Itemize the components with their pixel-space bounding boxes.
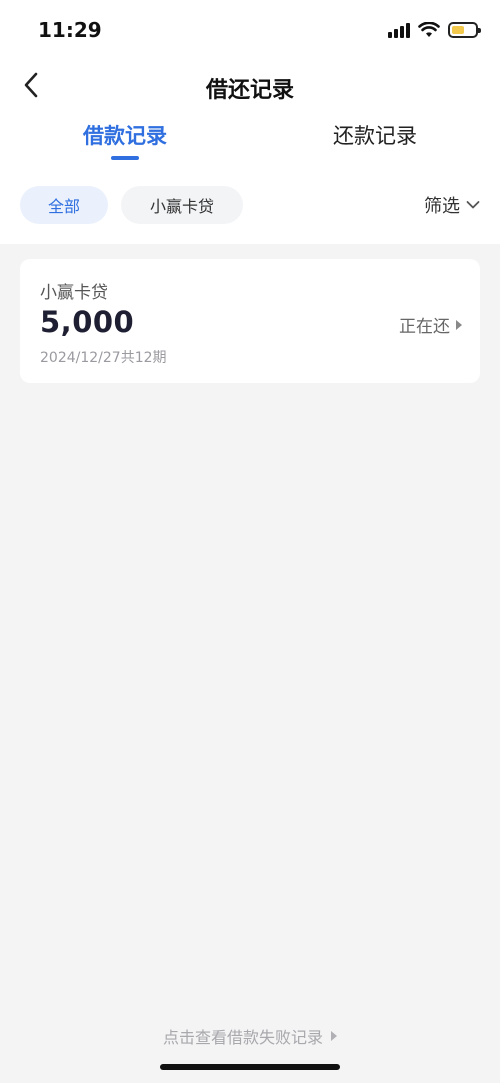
filter-bar: 全部 小赢卡贷 筛选 xyxy=(0,186,500,226)
tab-label: 还款记录 xyxy=(333,124,417,148)
status-time: 11:29 xyxy=(38,18,102,42)
loan-product-name: 小赢卡贷 xyxy=(40,283,108,303)
tab-repay-records[interactable]: 还款记录 xyxy=(250,118,500,164)
loan-date-terms: 2024/12/27共12期 xyxy=(40,350,167,366)
filter-button[interactable]: 筛选 xyxy=(424,186,480,224)
filter-label: 筛选 xyxy=(424,196,460,217)
loan-amount: 5,000 xyxy=(40,305,135,339)
home-indicator xyxy=(160,1064,340,1070)
loan-status: 正在还 xyxy=(399,312,462,337)
wifi-icon xyxy=(418,22,440,37)
loan-record-card[interactable]: 小赢卡贷 5,000 2024/12/27共12期 正在还 xyxy=(20,259,480,383)
tab-active-indicator xyxy=(111,156,139,160)
nav-bar: 借还记录 xyxy=(0,60,500,110)
tab-borrow-records[interactable]: 借款记录 xyxy=(0,118,250,164)
failed-records-label: 点击查看借款失败记录 xyxy=(162,1028,323,1047)
triangle-right-icon xyxy=(456,319,462,330)
loan-status-label: 正在还 xyxy=(399,317,450,337)
filter-chip-all[interactable]: 全部 xyxy=(20,186,108,224)
status-bar: 11:29 xyxy=(0,0,500,60)
failed-records-link[interactable]: 点击查看借款失败记录 xyxy=(0,1024,500,1048)
header-area: 11:29 借还记录 借款记录 还款记录 全部 小赢卡贷 筛选 xyxy=(0,0,500,244)
page-title: 借还记录 xyxy=(205,78,294,103)
chevron-down-icon xyxy=(466,201,480,209)
battery-icon xyxy=(448,22,481,38)
signal-icon xyxy=(388,22,410,38)
tab-label: 借款记录 xyxy=(83,124,167,148)
status-icons xyxy=(388,21,481,39)
screen: 11:29 借还记录 借款记录 还款记录 全部 小赢卡贷 筛选 小赢卡贷 5,0… xyxy=(0,0,500,1083)
triangle-right-icon xyxy=(331,1031,337,1041)
tab-bar: 借款记录 还款记录 xyxy=(0,118,500,168)
filter-chip-product[interactable]: 小赢卡贷 xyxy=(121,186,243,224)
